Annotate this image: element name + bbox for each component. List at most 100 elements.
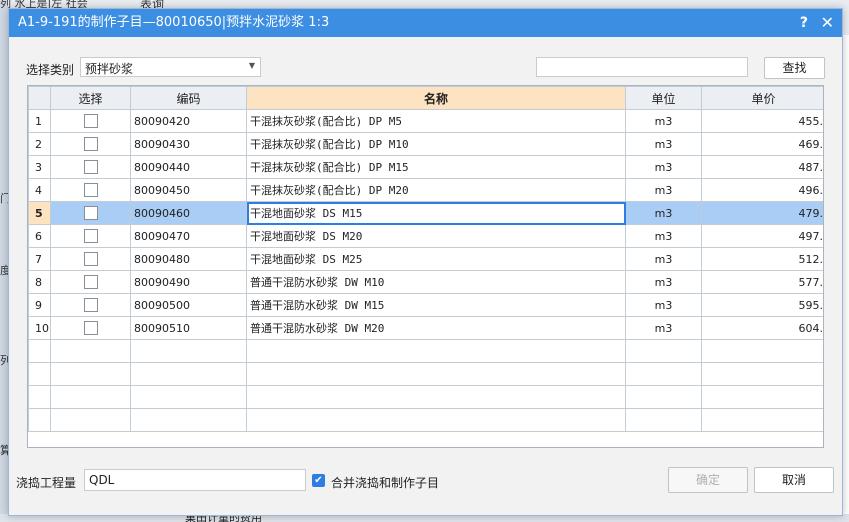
checkbox[interactable] [83,321,98,335]
table-row[interactable]: 2 80090430 干混抹灰砂浆(配合比) DP M10 m3 469. [28,132,823,156]
cell-unit: m3 [625,224,702,248]
row-number: 5 [28,201,51,225]
cell-price: 497. [701,224,823,248]
cell-price: 604. [701,316,823,340]
cell-unit: m3 [625,293,702,317]
background-left-char: 门 [0,192,8,205]
cell-name: 干混抹灰砂浆(配合比) DP M15 [246,155,626,179]
cell-unit: m3 [625,178,702,202]
cell-code: 80090420 [130,109,247,133]
cell-price: 595. [701,293,823,317]
material-grid: 选择 编码 名称 单位 单价 1 80090420 干混抹灰砂浆(配合比) DP M… [27,85,824,448]
checkbox[interactable] [83,229,98,243]
category-select-value: 预拌砂浆 [85,62,134,76]
table-row[interactable]: 9 80090500 普通干混防水砂浆 DW M15 m3 595. [28,293,823,317]
row-select-checkbox[interactable] [50,270,131,294]
cell-code: 80090470 [130,224,247,248]
row-select-checkbox[interactable] [50,316,131,340]
cell-code: 80090480 [130,247,247,271]
checkbox[interactable] [83,114,98,128]
merge-checkbox[interactable]: ✔ [312,474,325,487]
cell-price: 496. [701,178,823,202]
table-row[interactable]: 3 80090440 干混抹灰砂浆(配合比) DP M15 m3 487. [28,155,823,179]
row-select-checkbox[interactable] [50,293,131,317]
row-select-checkbox[interactable] [50,109,131,133]
merge-checkbox-label[interactable]: 合并浇捣和制作子目 [331,474,439,491]
row-number: 10 [28,316,51,340]
row-number: 8 [28,270,51,294]
table-row[interactable]: 1 80090420 干混抹灰砂浆(配合比) DP M5 m3 455. [28,109,823,133]
cell-code: 80090430 [130,132,247,156]
cell-name: 普通干混防水砂浆 DW M20 [246,316,626,340]
checkbox[interactable] [83,137,98,151]
row-number: 4 [28,178,51,202]
cell-unit: m3 [625,247,702,271]
cell-name: 干混地面砂浆 DS M15 [246,201,626,225]
cell-code: 80090460 [130,201,247,225]
cell-price: 455. [701,109,823,133]
column-header-name[interactable]: 名称 [246,86,626,110]
checkbox[interactable] [83,160,98,174]
material-table: 选择 编码 名称 单位 单价 1 80090420 干混抹灰砂浆(配合比) DP M… [28,86,823,432]
search-input[interactable] [536,57,748,77]
row-select-checkbox[interactable] [50,201,131,225]
table-row[interactable]: 7 80090480 干混地面砂浆 DS M25 m3 512. [28,247,823,271]
row-number: 3 [28,155,51,179]
row-number: 7 [28,247,51,271]
checkbox[interactable] [83,206,98,220]
find-button[interactable]: 查找 [764,57,825,79]
background-top-mid-text: 表询 [140,0,165,8]
table-row[interactable]: 10 80090510 普通干混防水砂浆 DW M20 m3 604. [28,316,823,340]
column-header-code[interactable]: 编码 [130,86,247,110]
cell-code: 80090440 [130,155,247,179]
cell-name: 干混抹灰砂浆(配合比) DP M20 [246,178,626,202]
table-header-row: 选择 编码 名称 单位 单价 [28,86,823,110]
column-header-price[interactable]: 单价 [701,86,823,110]
checkmark-icon: ✔ [314,475,323,486]
checkbox[interactable] [83,275,98,289]
table-row[interactable]: 4 80090450 干混抹灰砂浆(配合比) DP M20 m3 496. [28,178,823,202]
cell-code: 80090500 [130,293,247,317]
column-header-select[interactable]: 选择 [50,86,131,110]
row-number: 1 [28,109,51,133]
checkbox[interactable] [83,183,98,197]
subitem-dialog: A1-9-191的制作子目—80010650|预拌水泥砂浆 1:3 ? ✕ 选择… [8,8,843,516]
cell-code: 80090490 [130,270,247,294]
background-left-char: 算 [0,444,8,457]
cell-price: 487. [701,155,823,179]
pour-quantity-label: 浇捣工程量 [16,476,77,490]
help-icon[interactable]: ? [800,9,808,37]
table-row[interactable]: 6 80090470 干混地面砂浆 DS M20 m3 497. [28,224,823,248]
cell-unit: m3 [625,270,702,294]
cell-price: 479. [701,201,823,225]
row-select-checkbox[interactable] [50,247,131,271]
cell-unit: m3 [625,109,702,133]
row-select-checkbox[interactable] [50,132,131,156]
row-number: 6 [28,224,51,248]
cell-unit: m3 [625,155,702,179]
column-header-unit[interactable]: 单位 [625,86,702,110]
cancel-button[interactable]: 取消 [754,467,834,493]
pour-quantity-input[interactable]: QDL [84,469,306,491]
cell-unit: m3 [625,132,702,156]
checkbox[interactable] [83,298,98,312]
row-number: 2 [28,132,51,156]
close-icon[interactable]: ✕ [821,9,834,37]
table-row[interactable]: 8 80090490 普通干混防水砂浆 DW M10 m3 577. [28,270,823,294]
row-select-checkbox[interactable] [50,155,131,179]
checkbox[interactable] [83,252,98,266]
category-select[interactable]: 预拌砂浆 ▼ [80,57,261,77]
dialog-titlebar[interactable]: A1-9-191的制作子目—80010650|预拌水泥砂浆 1:3 ? ✕ [9,9,842,37]
cell-price: 469. [701,132,823,156]
row-number: 9 [28,293,51,317]
table-row[interactable]: 5 80090460 干混地面砂浆 DS M15 m3 479. [28,201,823,225]
cell-unit: m3 [625,316,702,340]
cell-name: 干混抹灰砂浆(配合比) DP M10 [246,132,626,156]
row-select-checkbox[interactable] [50,224,131,248]
cell-name: 干混地面砂浆 DS M25 [246,247,626,271]
ok-button[interactable]: 确定 [668,467,748,493]
category-label: 选择类别 [26,63,75,77]
row-select-checkbox[interactable] [50,178,131,202]
cell-code: 80090450 [130,178,247,202]
cell-price: 512. [701,247,823,271]
